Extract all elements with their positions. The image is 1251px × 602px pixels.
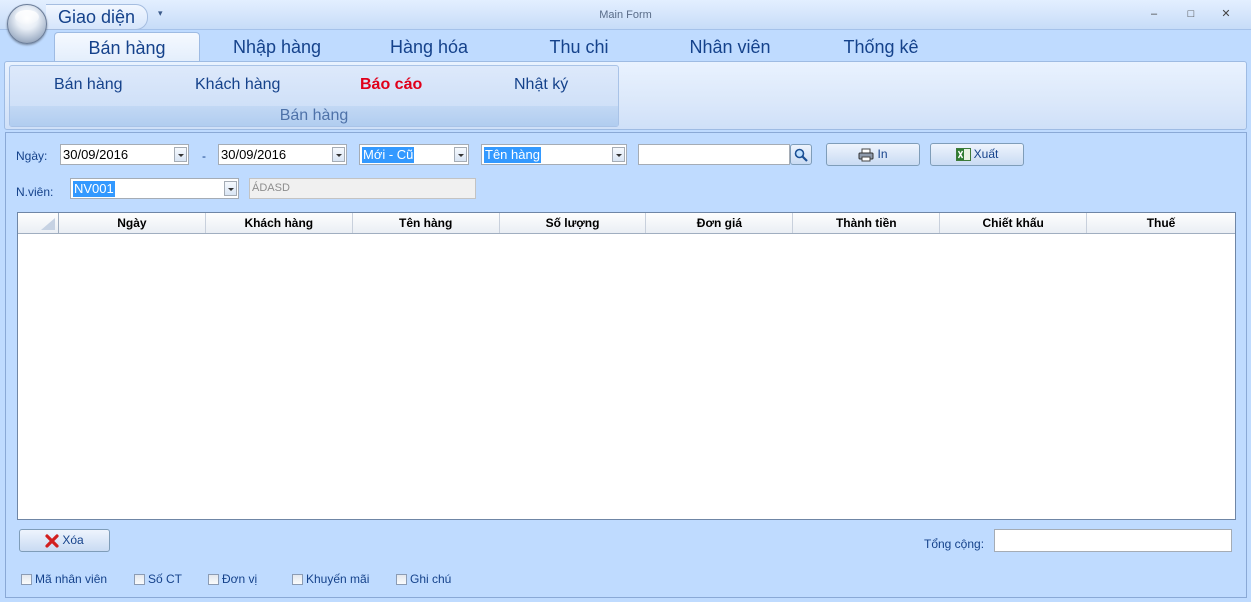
delete-label: Xóa [62,533,84,547]
ribbon-button-bao-cao[interactable]: Báo cáo [360,76,422,94]
checkbox-khuyen-mai[interactable]: Khuyến mãi [292,572,369,586]
date-label: Ngày: [16,149,48,163]
search-button[interactable] [790,144,812,165]
delete-button[interactable]: Xóa [19,529,110,552]
magnifier-icon [794,148,808,162]
grid-select-all-corner[interactable] [18,213,59,233]
checkbox-box[interactable] [134,573,145,585]
ribbon-button-nhat-ky[interactable]: Nhật ký [514,76,568,94]
column-header-thanh-tien[interactable]: Thành tiền [793,213,941,233]
close-button[interactable]: ✕ [1215,6,1237,22]
date-from-value: 30/09/2016 [63,147,129,162]
checkbox-don-vi[interactable]: Đơn vị [208,572,257,586]
tab-hang-hoa[interactable]: Hàng hóa [370,32,488,62]
checkbox-label: Khuyến mãi [306,572,370,586]
report-panel: Ngày: 30/09/2016 - 30/09/2016 Mới - Cũ T… [5,132,1247,598]
employee-select[interactable]: NV001 [70,178,239,199]
total-field [994,529,1232,552]
chevron-down-icon[interactable] [612,147,625,162]
chevron-down-icon[interactable] [174,147,187,162]
ribbon-button-khach-hang[interactable]: Khách hàng [195,76,280,94]
sort-order-select[interactable]: Mới - Cũ [359,144,469,165]
tab-thu-chi[interactable]: Thu chi [530,32,628,62]
column-header-ten-hang[interactable]: Tên hàng [353,213,500,233]
checkbox-label: Số CT [148,572,183,586]
chevron-down-icon[interactable] [454,147,467,162]
title-bar: Giao diện ▾ Main Form ‒ □ ✕ [0,0,1251,44]
checkbox-box[interactable] [292,573,303,585]
checkbox-box[interactable] [396,573,407,585]
date-to-value: 30/09/2016 [221,147,287,162]
column-header-chiet-khau[interactable]: Chiết khấu [940,213,1088,233]
grid-header: Ngày Khách hàng Tên hàng Số lượng Đơn gi… [18,213,1235,234]
date-from-picker[interactable]: 30/09/2016 [60,144,189,165]
column-header-so-luong[interactable]: Số lượng [500,213,647,233]
print-button[interactable]: In [826,143,920,166]
date-to-picker[interactable]: 30/09/2016 [218,144,347,165]
checkbox-label: Ghi chú [410,572,452,586]
employee-label: N.viên: [16,185,54,199]
search-field-value: Tên hàng [484,147,541,163]
ribbon-button-ban-hang[interactable]: Bán hàng [54,76,123,94]
checkbox-ghi-chu[interactable]: Ghi chú [396,572,451,586]
export-button[interactable]: Xuất [930,143,1024,166]
ribbon-group-label: Bán hàng [10,106,618,126]
column-header-don-gia[interactable]: Đơn giá [646,213,794,233]
checkbox-ma-nhan-vien[interactable]: Mã nhân viên [21,572,107,586]
date-separator: - [202,149,206,163]
minimize-button[interactable]: ‒ [1143,6,1165,22]
checkbox-label: Đơn vị [222,572,258,586]
search-input[interactable] [638,144,790,165]
checkbox-box[interactable] [208,573,219,585]
chevron-down-icon[interactable] [332,147,345,162]
tab-thong-ke[interactable]: Thống kê [825,32,937,62]
ribbon-panel: Bán hàng Khách hàng Báo cáo Nhật ký Bán … [4,61,1247,130]
ribbon-tab-bar: Bán hàng Nhập hàng Hàng hóa Thu chi Nhân… [0,30,1251,62]
search-field-select[interactable]: Tên hàng [481,144,627,165]
excel-icon [955,148,971,162]
chevron-down-icon[interactable] [224,181,237,196]
app-orb-icon[interactable] [7,4,47,44]
checkbox-so-ct[interactable]: Số CT [134,572,182,586]
printer-icon [858,148,874,162]
column-header-khach-hang[interactable]: Khách hàng [206,213,353,233]
window-title: Main Form [599,9,652,21]
maximize-button[interactable]: □ [1180,6,1202,22]
ribbon-group-ban-hang: Bán hàng Khách hàng Báo cáo Nhật ký Bán … [9,65,619,127]
employee-name-field: ÁDASD [249,178,476,199]
sales-report-grid[interactable]: Ngày Khách hàng Tên hàng Số lượng Đơn gi… [17,212,1236,520]
tab-nhap-hang[interactable]: Nhập hàng [212,32,342,62]
column-header-thue[interactable]: Thuế [1087,213,1235,233]
tab-nhan-vien[interactable]: Nhân viên [670,32,790,62]
print-label: In [877,147,888,161]
checkbox-label: Mã nhân viên [35,572,108,586]
column-header-ngay[interactable]: Ngày [59,213,206,233]
checkbox-box[interactable] [21,573,32,585]
sort-order-value: Mới - Cũ [362,147,415,163]
total-label: Tổng cộng: [924,537,985,551]
export-label: Xuất [973,147,999,161]
employee-value: NV001 [73,181,115,197]
red-x-icon [45,534,59,548]
tab-ban-hang[interactable]: Bán hàng [54,32,200,62]
